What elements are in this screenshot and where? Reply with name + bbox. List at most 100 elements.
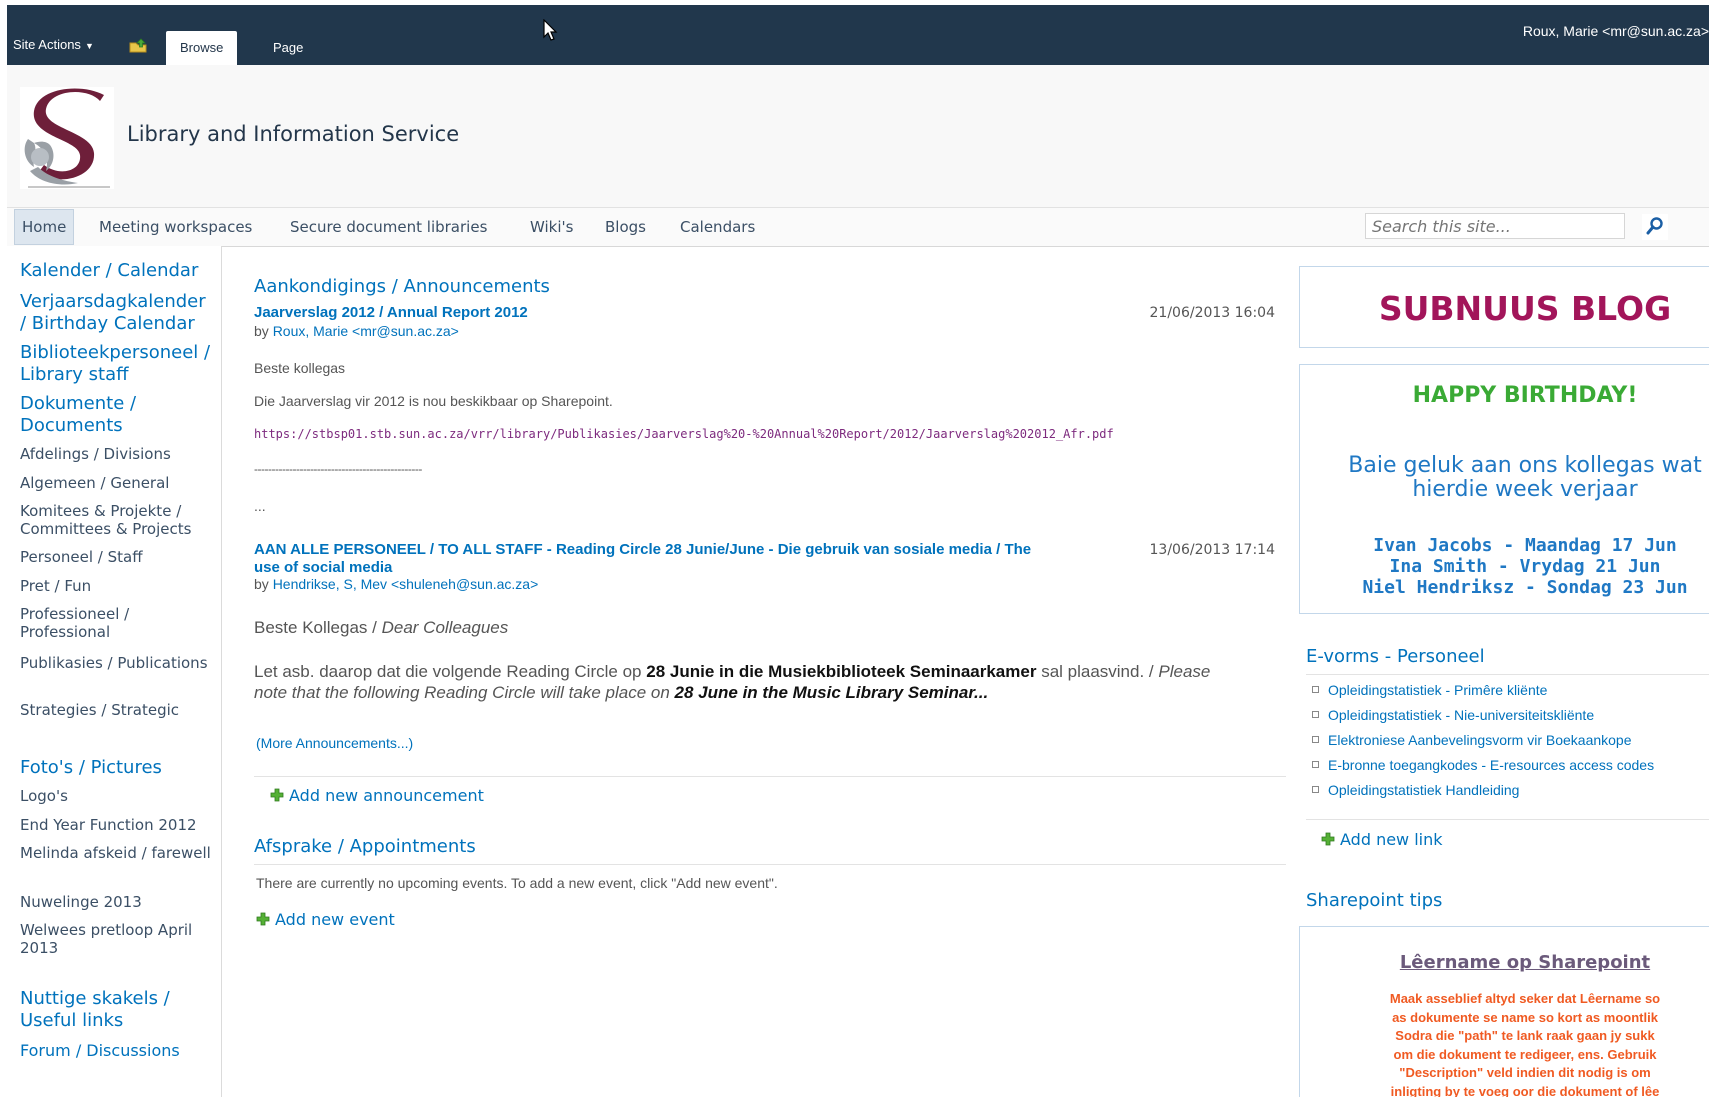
sharepoint-tips-title[interactable]: Sharepoint tips bbox=[1306, 890, 1442, 911]
blog-banner[interactable]: SUBNUUS BLOG bbox=[1299, 266, 1709, 348]
ql-link-library-staff[interactable]: Biblioteekpersoneel / Library staff bbox=[20, 342, 215, 385]
ribbon-bar: Site Actions ▼ Browse Page Roux, Marie <m… bbox=[7, 5, 1709, 65]
bullet-icon bbox=[1312, 786, 1319, 793]
eform-link-label: Elektroniese Aanbevelingsvorm vir Boekaa… bbox=[1328, 732, 1632, 748]
ql-link-calendar[interactable]: Kalender / Calendar bbox=[20, 260, 215, 282]
announcement-ellipsis: ... bbox=[254, 498, 266, 514]
ql-link-useful-links[interactable]: Nuttige skakels / Useful links bbox=[20, 988, 215, 1031]
ql-link-end-year-function[interactable]: End Year Function 2012 bbox=[20, 816, 215, 834]
search-button[interactable] bbox=[1642, 214, 1668, 240]
bullet-icon bbox=[1312, 686, 1319, 693]
announcement-date: 13/06/2013 17:14 bbox=[1149, 542, 1276, 558]
eforms-title[interactable]: E-vorms - Personeel bbox=[1306, 646, 1485, 667]
right-column: SUBNUUS BLOG HAPPY BIRTHDAY! Baie geluk … bbox=[1299, 246, 1709, 1097]
author-link[interactable]: Hendrikse, S, Mev <shuleneh@sun.ac.za> bbox=[273, 576, 539, 592]
topnav-item-calendars[interactable]: Calendars bbox=[680, 208, 755, 246]
tips-line: inligting by te voeg oor die dokument of… bbox=[1390, 1083, 1660, 1098]
add-new-announcement-label: Add new announcement bbox=[289, 786, 484, 805]
ql-link-general[interactable]: Algemeen / General bbox=[20, 474, 215, 492]
announcement-author: by Roux, Marie <mr@sun.ac.za> bbox=[254, 323, 459, 339]
topnav-item-meeting-workspaces[interactable]: Meeting workspaces bbox=[99, 208, 252, 246]
eform-link[interactable]: E-bronne toegangkodes - E-resources acce… bbox=[1312, 757, 1654, 773]
greeting-af: Beste Kollegas / bbox=[254, 618, 377, 637]
chevron-down-icon: ▼ bbox=[84, 41, 94, 51]
university-logo[interactable] bbox=[20, 87, 114, 189]
ql-link-staff[interactable]: Personeel / Staff bbox=[20, 548, 215, 566]
tab-browse[interactable]: Browse bbox=[166, 31, 238, 65]
add-icon bbox=[1321, 832, 1335, 846]
announcement-body: Let asb. daarop dat die volgende Reading… bbox=[254, 661, 1294, 704]
ql-link-birthday-calendar[interactable]: Verjaarsdagkalender / Birthday Calendar bbox=[20, 291, 215, 334]
topnav-item-home[interactable]: Home bbox=[14, 209, 75, 245]
ql-link-fun[interactable]: Pret / Fun bbox=[20, 577, 215, 595]
birthday-message-line2: hierdie week verjaar bbox=[1412, 477, 1638, 503]
bullet-icon bbox=[1312, 711, 1319, 718]
divider bbox=[254, 864, 1286, 865]
topnav-item-blogs[interactable]: Blogs bbox=[605, 208, 646, 246]
add-new-link-link[interactable]: Add new link bbox=[1321, 830, 1443, 849]
site-title[interactable]: Library and Information Service bbox=[127, 122, 459, 146]
announcement-greeting: Beste Kollegas / Dear Colleagues bbox=[254, 617, 508, 638]
user-menu[interactable]: Roux, Marie <mr@sun.ac.za> bbox=[1523, 23, 1709, 39]
eform-link[interactable]: Opleidingstatistiek - Primêre kliënte bbox=[1312, 682, 1547, 698]
quick-launch: Kalender / Calendar Verjaarsdagkalender … bbox=[7, 246, 222, 1097]
announcement-body: Die Jaarverslag vir 2012 is nou beskikba… bbox=[254, 393, 613, 409]
birthday-title: HAPPY BIRTHDAY! bbox=[1412, 383, 1638, 408]
tips-line: "Description" veld indien dit nodig is o… bbox=[1399, 1065, 1651, 1080]
ql-link-nuwelinge[interactable]: Nuwelinge 2013 bbox=[20, 893, 215, 911]
tab-page[interactable]: Page bbox=[259, 31, 317, 65]
ql-link-discussions[interactable]: Forum / Discussions bbox=[20, 1041, 215, 1060]
tips-body: Maak asseblief altyd seker dat Lêername … bbox=[1300, 990, 1709, 1097]
add-new-announcement-link[interactable]: Add new announcement bbox=[270, 786, 484, 805]
tips-heading-link[interactable]: Lêername op Sharepoint bbox=[1300, 952, 1709, 973]
eform-link[interactable]: Opleidingstatistiek Handleiding bbox=[1312, 782, 1519, 798]
site-actions-menu[interactable]: Site Actions ▼ bbox=[13, 37, 94, 52]
greeting-en: Dear Colleagues bbox=[381, 618, 509, 637]
body-emphasis: 28 June in the Music Library Seminar... bbox=[674, 683, 989, 703]
announcement-author: by Hendrikse, S, Mev <shuleneh@sun.ac.za… bbox=[254, 576, 538, 592]
birthday-name: Ivan Jacobs - Maandag 17 Jun bbox=[1373, 535, 1677, 556]
ql-link-pictures[interactable]: Foto's / Pictures bbox=[20, 757, 215, 779]
ql-link-melinda-farewell[interactable]: Melinda afskeid / farewell bbox=[20, 844, 215, 862]
more-announcements-link[interactable]: (More Announcements...) bbox=[256, 735, 413, 751]
divider bbox=[1306, 819, 1709, 820]
add-new-event-link[interactable]: Add new event bbox=[256, 910, 395, 929]
ql-link-strategic[interactable]: Strategies / Strategic bbox=[20, 701, 215, 719]
birthday-name: Ina Smith - Vrydag 21 Jun bbox=[1389, 556, 1661, 577]
ql-link-divisions[interactable]: Afdelings / Divisions bbox=[20, 445, 215, 463]
body-line1: Let asb. daarop dat die volgende Reading… bbox=[254, 661, 1294, 682]
ql-link-committees[interactable]: Komitees & Projekte / Committees & Proje… bbox=[20, 502, 215, 538]
add-icon bbox=[256, 912, 270, 926]
body-line2: note that the following Reading Circle w… bbox=[254, 682, 1294, 703]
ql-link-professional[interactable]: Professioneel / Professional bbox=[20, 605, 215, 641]
appointments-title[interactable]: Afsprake / Appointments bbox=[254, 836, 476, 857]
body-emphasis: 28 Junie in die Musiekbiblioteek Seminaa… bbox=[646, 662, 1037, 681]
tips-line: Maak asseblief altyd seker dat Lêername … bbox=[1389, 991, 1661, 1006]
body-text: Please bbox=[1158, 662, 1211, 681]
announcement-title[interactable]: Jaarverslag 2012 / Annual Report 2012 bbox=[254, 304, 528, 322]
divider bbox=[1306, 674, 1709, 675]
ql-link-logos[interactable]: Logo's bbox=[20, 787, 215, 805]
announcement-greeting: Beste kollegas bbox=[254, 360, 346, 376]
announcement-date: 21/06/2013 16:04 bbox=[1149, 305, 1276, 321]
ql-link-publications[interactable]: Publikasies / Publications bbox=[20, 654, 215, 672]
search-input[interactable] bbox=[1365, 213, 1625, 239]
tips-line: Sodra die "path" te lank raak gaan jy su… bbox=[1395, 1028, 1655, 1043]
navigate-up-icon[interactable] bbox=[129, 38, 147, 53]
site-title-area: Library and Information Service bbox=[7, 65, 1709, 207]
body-text: note that the following Reading Circle w… bbox=[254, 683, 670, 703]
announcements-title[interactable]: Aankondigings / Announcements bbox=[254, 276, 550, 297]
body-text: sal plaasvind. / bbox=[1041, 662, 1154, 681]
eform-link[interactable]: Opleidingstatistiek - Nie-universiteitsk… bbox=[1312, 707, 1594, 723]
author-link[interactable]: Roux, Marie <mr@sun.ac.za> bbox=[273, 323, 459, 339]
divider bbox=[254, 776, 1286, 777]
ql-link-documents[interactable]: Dokumente / Documents bbox=[20, 393, 215, 436]
by-label: by bbox=[254, 323, 269, 339]
ql-link-welwees[interactable]: Welwees pretloop April 2013 bbox=[20, 921, 215, 957]
topnav-item-wikis[interactable]: Wiki's bbox=[530, 208, 573, 246]
eform-link[interactable]: Elektroniese Aanbevelingsvorm vir Boekaa… bbox=[1312, 732, 1632, 748]
eform-link-label: Opleidingstatistiek - Nie-universiteitsk… bbox=[1328, 707, 1595, 723]
topnav-item-secure-document-libraries[interactable]: Secure document libraries bbox=[290, 208, 487, 246]
annual-report-link[interactable]: https://stbsp01.stb.sun.ac.za/vrr/librar… bbox=[254, 427, 1114, 441]
announcement-title[interactable]: AAN ALLE PERSONEEL / TO ALL STAFF - Read… bbox=[254, 541, 1031, 577]
